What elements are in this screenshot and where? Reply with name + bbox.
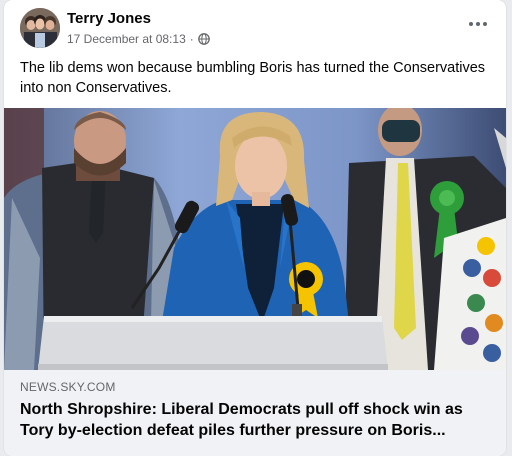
news-photo xyxy=(4,108,506,370)
link-preview-image[interactable] xyxy=(4,108,506,370)
more-options-button[interactable] xyxy=(464,12,492,36)
globe-icon[interactable] xyxy=(197,33,210,45)
post-card: Terry Jones 17 December at 08:13 · The l… xyxy=(4,0,506,456)
author-avatar[interactable] xyxy=(20,8,60,48)
post-timestamp[interactable]: 17 December at 08:13 xyxy=(67,32,186,46)
more-options-dot xyxy=(469,22,473,26)
avatar-photo xyxy=(20,8,60,48)
post-header: Terry Jones 17 December at 08:13 · xyxy=(4,0,506,56)
lectern xyxy=(38,316,388,370)
more-options-dot xyxy=(483,22,487,26)
link-domain: NEWS.SKY.COM xyxy=(20,380,116,394)
link-headline[interactable]: North Shropshire: Liberal Democrats pull… xyxy=(20,399,498,441)
author-name[interactable]: Terry Jones xyxy=(67,10,151,27)
link-preview[interactable]: NEWS.SKY.COM North Shropshire: Liberal D… xyxy=(4,370,506,456)
post-meta: 17 December at 08:13 · xyxy=(67,32,210,46)
meta-separator: · xyxy=(189,32,194,46)
more-options-dot xyxy=(476,22,480,26)
post-text: The lib dems won because bumbling Boris … xyxy=(20,60,486,96)
